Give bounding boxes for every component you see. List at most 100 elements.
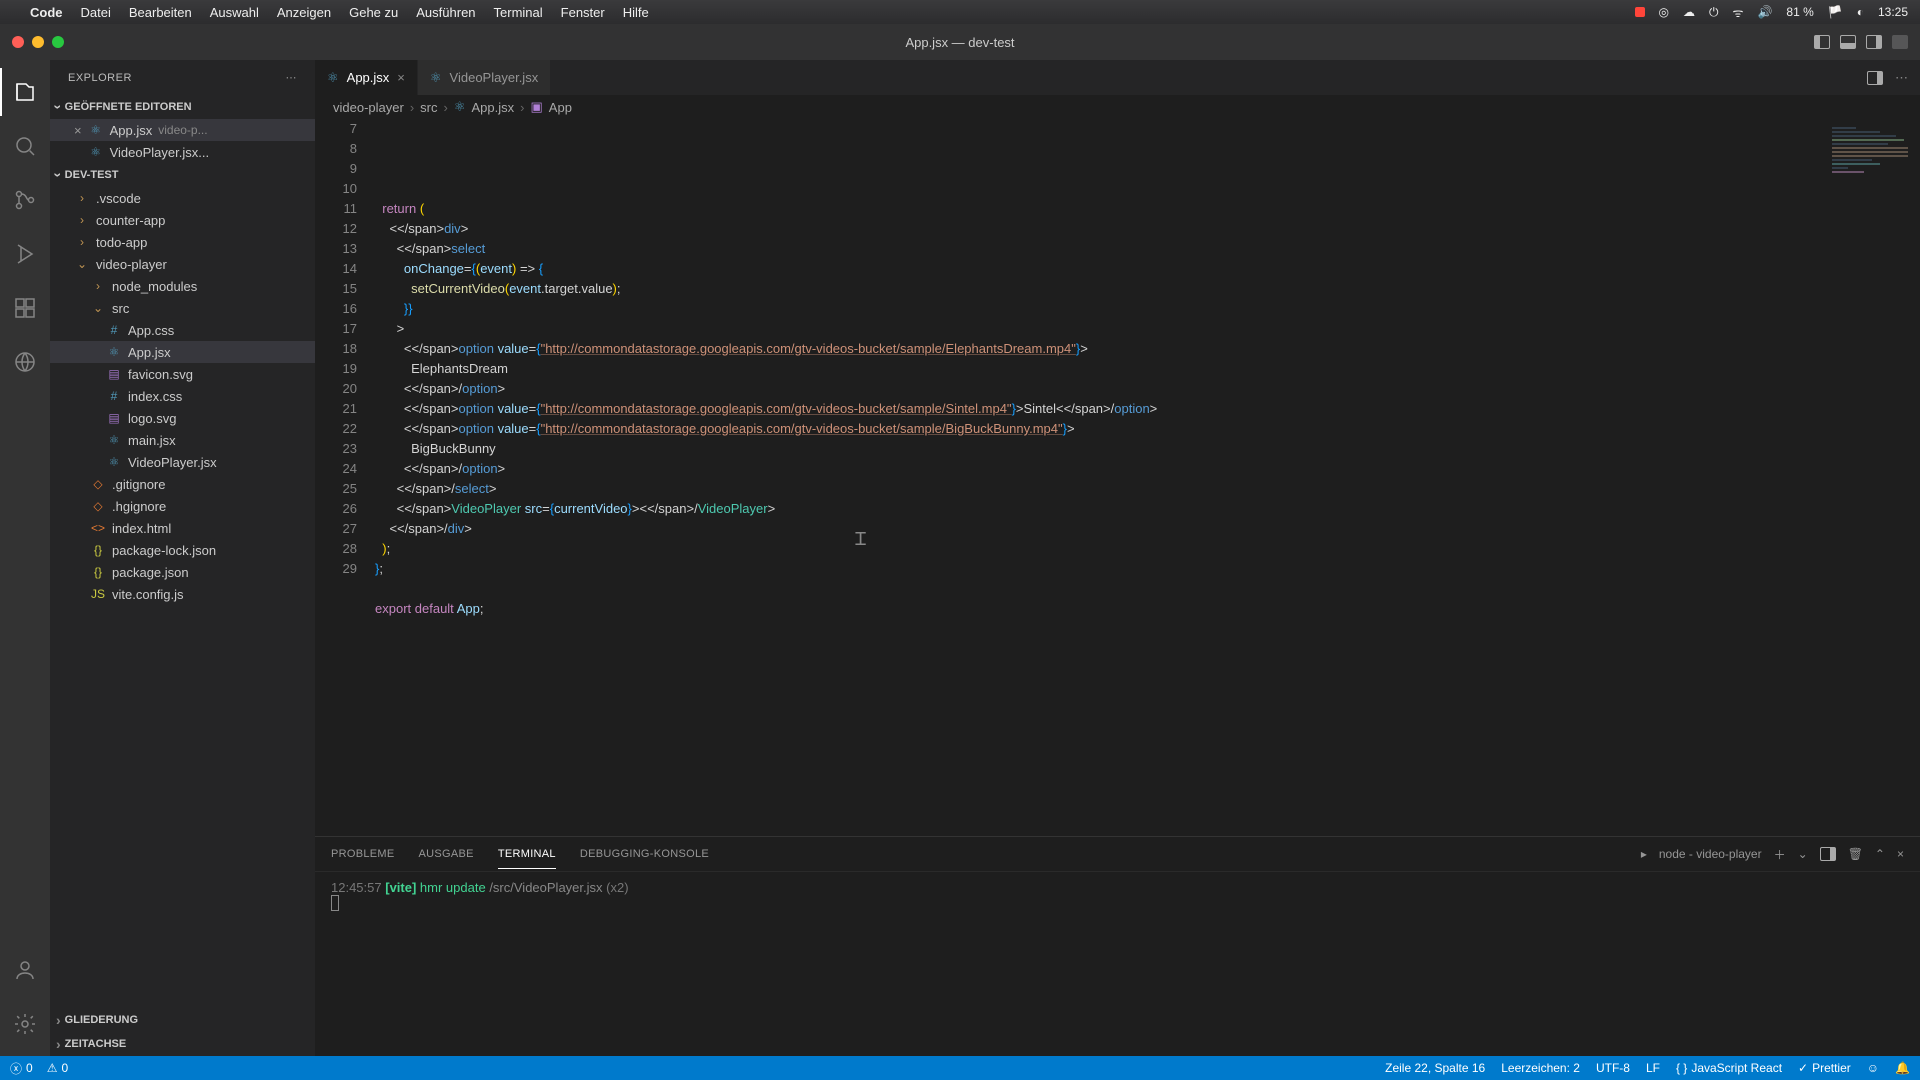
terminal-dropdown-icon[interactable]: ⌄ [1798, 847, 1808, 861]
recording-indicator-icon[interactable] [1635, 7, 1645, 17]
menu-view[interactable]: Anzeigen [277, 5, 331, 20]
file-item[interactable]: #index.css [50, 385, 315, 407]
window-maximize-button[interactable] [52, 36, 64, 48]
file-item[interactable]: <>index.html [50, 517, 315, 539]
sidebar-more-icon[interactable]: ⋯ [286, 71, 298, 84]
file-type-icon: # [106, 389, 122, 403]
breadcrumb-item[interactable]: src [420, 100, 437, 115]
status-bell-icon[interactable]: 🔔 [1895, 1061, 1910, 1075]
file-type-icon: ⚛ [106, 345, 122, 359]
window-close-button[interactable] [12, 36, 24, 48]
close-icon[interactable]: × [397, 70, 405, 85]
window-minimize-button[interactable] [32, 36, 44, 48]
panel-tab-output[interactable]: AUSGABE [419, 848, 474, 860]
terminal-body[interactable]: 12:45:57 [vite] hmr update /src/VideoPla… [315, 872, 1920, 1056]
status-item-icon[interactable]: ᯤ [1732, 4, 1743, 21]
code-editor[interactable]: 7891011121314151617181920212223242526272… [315, 119, 1920, 836]
close-icon[interactable]: × [74, 123, 82, 138]
workspace-header[interactable]: DEV-TEST [50, 163, 315, 187]
folder-item[interactable]: ›todo-app [50, 231, 315, 253]
maximize-panel-icon[interactable]: ⌃ [1875, 847, 1885, 861]
file-item[interactable]: ⚛main.jsx [50, 429, 315, 451]
menu-run[interactable]: Ausführen [416, 5, 475, 20]
activity-search[interactable] [0, 122, 50, 170]
file-item[interactable]: ⚛VideoPlayer.jsx [50, 451, 315, 473]
layout-right-icon[interactable] [1866, 35, 1882, 49]
file-item[interactable]: JSvite.config.js [50, 583, 315, 605]
kill-terminal-icon[interactable]: 🗑 [1848, 847, 1863, 861]
status-dnd-icon[interactable]: ◐ [1857, 5, 1864, 19]
breadcrumb-item[interactable]: App.jsx [472, 100, 515, 115]
status-item-icon[interactable]: ⏻ [1709, 5, 1719, 20]
menubar-app-name[interactable]: Code [30, 5, 63, 20]
editor-more-icon[interactable]: ⋯ [1895, 70, 1908, 86]
activity-extensions[interactable] [0, 284, 50, 332]
layout-left-icon[interactable] [1814, 35, 1830, 49]
folder-item[interactable]: ›.vscode [50, 187, 315, 209]
layout-bottom-icon[interactable] [1840, 35, 1856, 49]
breadcrumb-item[interactable]: video-player [333, 100, 404, 115]
file-item[interactable]: {}package.json [50, 561, 315, 583]
terminal-shell-icon[interactable]: ▸ [1641, 847, 1647, 861]
tab-videoplayer-jsx[interactable]: ⚛ VideoPlayer.jsx [418, 60, 551, 95]
status-errors[interactable]: ⓧ 0 [10, 1060, 33, 1077]
status-language[interactable]: { } JavaScript React [1676, 1061, 1782, 1075]
activity-remote[interactable] [0, 338, 50, 386]
file-item[interactable]: ◇.gitignore [50, 473, 315, 495]
menu-go[interactable]: Gehe zu [349, 5, 398, 20]
activity-settings[interactable] [0, 1000, 50, 1048]
file-item[interactable]: ▤favicon.svg [50, 363, 315, 385]
folder-item[interactable]: ›counter-app [50, 209, 315, 231]
file-item[interactable]: ◇.hgignore [50, 495, 315, 517]
file-item[interactable]: ⚛App.jsx [50, 341, 315, 363]
folder-item[interactable]: ⌄video-player [50, 253, 315, 275]
breadcrumb-item[interactable]: App [549, 100, 572, 115]
terminal-shell-label[interactable]: node - video-player [1659, 847, 1762, 861]
panel-tab-terminal[interactable]: TERMINAL [498, 848, 556, 869]
status-warnings[interactable]: ⚠ 0 [47, 1061, 68, 1075]
status-time[interactable]: 13:25 [1878, 5, 1908, 19]
layout-full-icon[interactable] [1892, 35, 1908, 49]
status-battery[interactable]: 81 % [1786, 5, 1813, 19]
new-terminal-icon[interactable]: ＋ [1774, 846, 1786, 863]
status-item-icon[interactable]: ◎ [1659, 5, 1669, 19]
activity-explorer[interactable] [0, 68, 50, 116]
open-editor-item[interactable]: × ⚛ App.jsx video-p... [50, 119, 315, 141]
status-flag-icon[interactable]: 🏳️ [1828, 5, 1843, 19]
open-editors-header[interactable]: GEÖFFNETE EDITOREN [50, 95, 315, 119]
open-editor-item[interactable]: × ⚛ VideoPlayer.jsx... [50, 141, 315, 163]
status-eol[interactable]: LF [1646, 1061, 1660, 1075]
code-content[interactable]: Ꮖ return ( <</span>div> <</span>select o… [375, 119, 1820, 836]
menu-window[interactable]: Fenster [561, 5, 605, 20]
activity-account[interactable] [0, 946, 50, 994]
activity-debug[interactable] [0, 230, 50, 278]
menu-file[interactable]: Datei [81, 5, 111, 20]
folder-item[interactable]: ⌄src [50, 297, 315, 319]
file-item[interactable]: ▤logo.svg [50, 407, 315, 429]
folder-item[interactable]: ›node_modules [50, 275, 315, 297]
panel-tab-debug-console[interactable]: DEBUGGING-KONSOLE [580, 848, 709, 860]
tab-app-jsx[interactable]: ⚛ App.jsx × [315, 60, 418, 95]
timeline-header[interactable]: ZEITACHSE [50, 1032, 315, 1056]
status-encoding[interactable]: UTF-8 [1596, 1061, 1630, 1075]
menu-edit[interactable]: Bearbeiten [129, 5, 192, 20]
activity-scm[interactable] [0, 176, 50, 224]
split-editor-icon[interactable] [1867, 71, 1883, 85]
menu-help[interactable]: Hilfe [623, 5, 649, 20]
panel-tab-problems[interactable]: PROBLEME [331, 848, 395, 860]
status-volume-icon[interactable]: 🔊 [1757, 5, 1772, 19]
menu-selection[interactable]: Auswahl [210, 5, 259, 20]
close-panel-icon[interactable]: × [1897, 847, 1904, 861]
file-item[interactable]: {}package-lock.json [50, 539, 315, 561]
status-prettier[interactable]: ✓ Prettier [1798, 1061, 1851, 1075]
outline-header[interactable]: GLIEDERUNG [50, 1008, 315, 1032]
status-indentation[interactable]: Leerzeichen: 2 [1501, 1061, 1580, 1075]
status-item-icon[interactable]: ☁︎ [1683, 5, 1695, 19]
file-item[interactable]: #App.css [50, 319, 315, 341]
status-feedback-icon[interactable]: ☺ [1867, 1061, 1879, 1075]
minimap[interactable] [1820, 119, 1920, 836]
breadcrumb[interactable]: video-player › src › ⚛ App.jsx › ▣ App [315, 95, 1920, 119]
split-terminal-icon[interactable] [1820, 847, 1836, 861]
status-cursor-position[interactable]: Zeile 22, Spalte 16 [1385, 1061, 1485, 1075]
menu-terminal[interactable]: Terminal [494, 5, 543, 20]
